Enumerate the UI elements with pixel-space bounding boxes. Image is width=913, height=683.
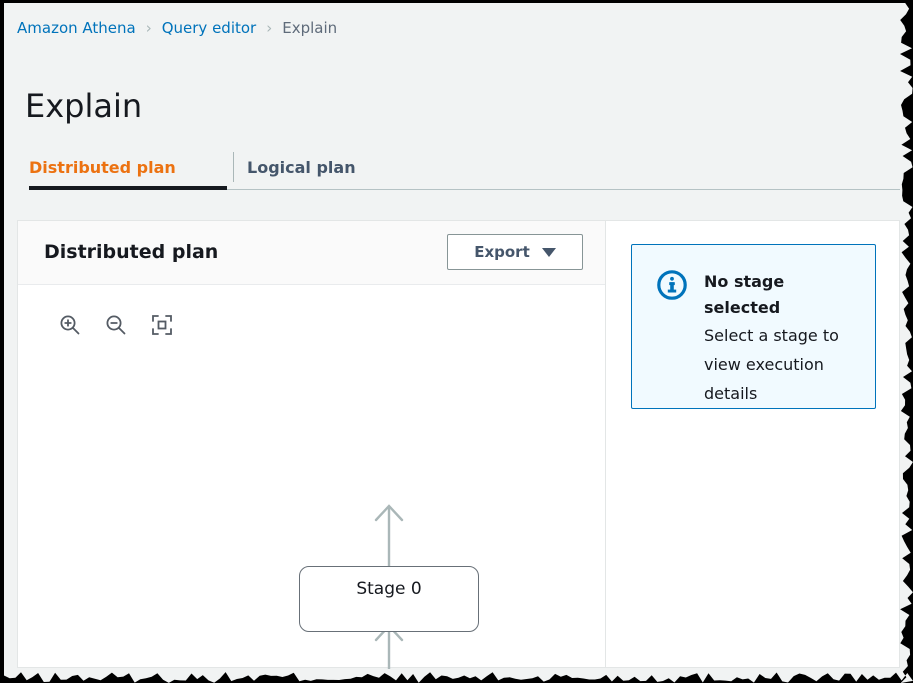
panel-header: Distributed plan Export: [18, 221, 605, 285]
chevron-down-icon: [542, 248, 556, 257]
export-button-label: Export: [474, 243, 530, 261]
screenshot-root: Amazon Athena › Query editor › Explain E…: [0, 0, 913, 683]
stage-node-label: Stage 0: [300, 579, 478, 599]
plan-graph[interactable]: Stage 0 Stage 1 Stage 2: [18, 285, 605, 669]
page-title: Explain: [25, 86, 142, 126]
breadcrumb: Amazon Athena › Query editor › Explain: [17, 17, 337, 39]
breadcrumb-item-amazon-athena[interactable]: Amazon Athena: [17, 17, 136, 39]
tab-distributed-plan[interactable]: Distributed plan: [29, 145, 176, 189]
no-stage-selected-alert: No stage selected Select a stage to view…: [631, 244, 876, 409]
tab-distributed-plan-label: Distributed plan: [29, 158, 176, 177]
stage-node[interactable]: Stage 0: [299, 566, 479, 632]
alert-body: No stage selected Select a stage to view…: [704, 269, 859, 408]
breadcrumb-separator-icon: ›: [266, 17, 272, 39]
tab-logical-plan[interactable]: Logical plan: [247, 145, 356, 189]
alert-title: No stage selected: [704, 269, 859, 321]
tab-divider: [233, 152, 234, 182]
alert-description: Select a stage to view execution details: [704, 321, 859, 408]
info-circle-icon: [656, 269, 688, 301]
tab-active-indicator: [29, 186, 227, 190]
export-button[interactable]: Export: [447, 234, 583, 270]
tab-bar: Distributed plan Logical plan: [17, 145, 900, 193]
tab-logical-plan-label: Logical plan: [247, 158, 356, 177]
stage-details-panel: No stage selected Select a stage to view…: [606, 221, 899, 667]
page-surface: Amazon Athena › Query editor › Explain E…: [4, 3, 913, 683]
panel-title: Distributed plan: [44, 241, 218, 263]
breadcrumb-item-query-editor[interactable]: Query editor: [162, 17, 257, 39]
breadcrumb-separator-icon: ›: [146, 17, 152, 39]
content-container: Distributed plan Export: [17, 220, 900, 668]
breadcrumb-item-explain: Explain: [282, 17, 337, 39]
distributed-plan-panel: Distributed plan Export: [18, 221, 606, 667]
